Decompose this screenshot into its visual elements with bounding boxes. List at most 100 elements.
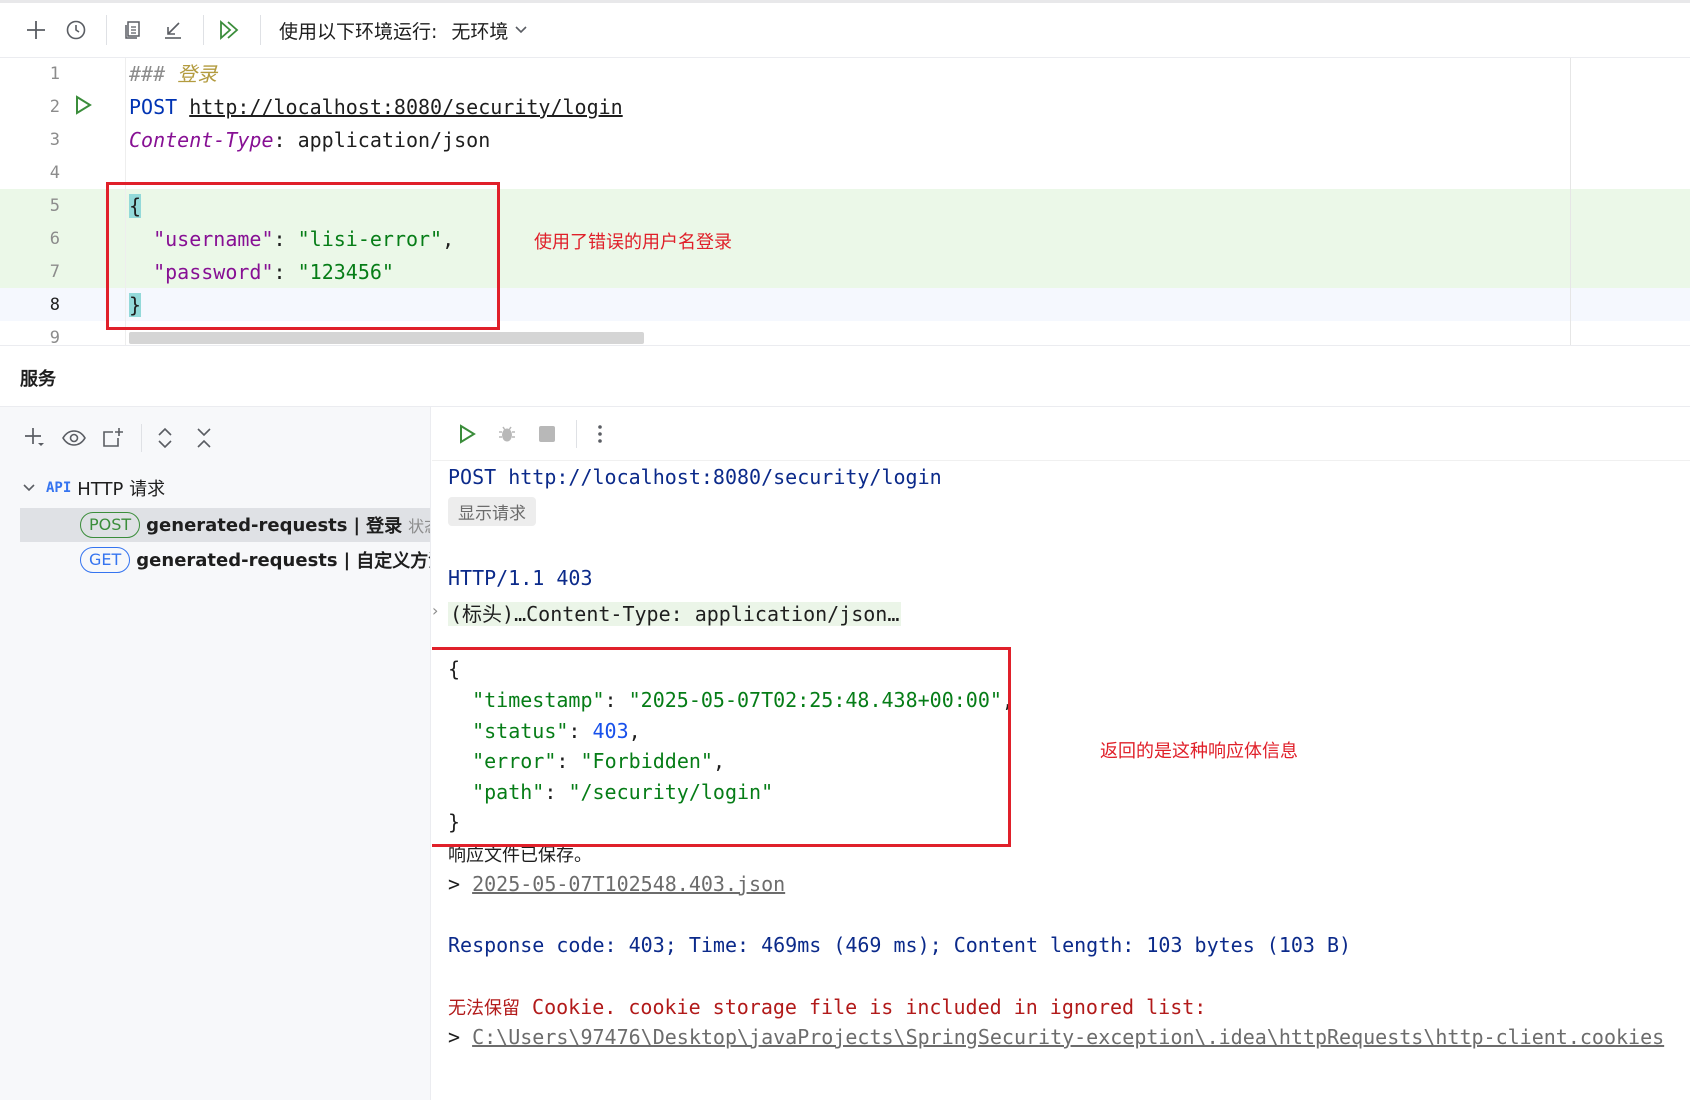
code-line-3: Content-Type: application/json (129, 124, 490, 157)
right-margin-guide (1570, 58, 1571, 345)
response-annotation: 返回的是这种响应体信息 (1100, 741, 1298, 762)
code-line-2: POST http://localhost:8080/security/logi… (129, 91, 623, 124)
horizontal-scrollbar[interactable] (129, 332, 644, 344)
services-tree-pane: API HTTP 请求 POST generated-requests | 登录… (0, 407, 431, 1100)
cookie-warning: 无法保留 Cookie. cookie storage file is incl… (448, 994, 1206, 1020)
show-request-button[interactable]: 显示请求 (448, 497, 536, 526)
add-group-icon (103, 428, 123, 447)
line-number: 8 (49, 295, 60, 315)
method-badge-get: GET (80, 547, 131, 573)
eye-icon (62, 430, 86, 446)
response-headers-summary[interactable]: (标头)…Content-Type: application/json… (448, 598, 902, 627)
header-name: Content-Type (129, 128, 274, 152)
run-all-icon (220, 19, 239, 41)
collapse-all-button[interactable] (187, 421, 221, 455)
request-title: 登录 (366, 516, 403, 537)
line-number: 1 (49, 64, 60, 84)
toolbar-divider (203, 15, 204, 45)
document-copy-icon (125, 21, 140, 39)
import-button[interactable] (155, 12, 191, 48)
editor-toolbar: 使用以下环境运行: 无环境 (0, 0, 1690, 58)
http-request-editor[interactable]: 1 2 3 4 5 6 7 8 9 ### 登录 POST http://loc… (0, 58, 1690, 346)
play-icon (460, 423, 476, 444)
env-selector[interactable]: 无环境 (451, 17, 528, 44)
saved-file-link[interactable]: 2025-05-07T102548.403.json (472, 872, 785, 896)
services-panel-title: 服务 (20, 369, 56, 390)
response-output-pane: POST http://localhost:8080/security/logi… (432, 407, 1690, 1100)
services-panel: API HTTP 请求 POST generated-requests | 登录… (0, 406, 1690, 1100)
header-separator: : (273, 128, 286, 152)
tree-item-custom-request[interactable]: GET generated-requests | 自定义方法 (20, 543, 430, 577)
tree-node-http-requests[interactable]: API HTTP 请求 (22, 475, 165, 501)
method-badge-post: POST (80, 512, 141, 538)
api-icon: API (46, 480, 72, 496)
tree-node-label: HTTP 请求 (77, 479, 166, 500)
header-value: application/json (297, 128, 491, 152)
add-request-button[interactable] (18, 12, 54, 48)
response-toolbar (432, 407, 1690, 461)
plus-icon (27, 21, 45, 39)
stop-icon (539, 425, 555, 442)
line-number: 9 (49, 328, 60, 346)
request-file-name: generated-requests (136, 549, 338, 571)
play-icon (76, 95, 92, 115)
history-button[interactable] (58, 12, 94, 48)
view-options-button[interactable] (57, 421, 91, 455)
more-options-button[interactable] (583, 417, 617, 451)
cookie-path-line: > C:\Users\97476\Desktop\javaProjects\Sp… (448, 1025, 1664, 1049)
chevron-down-icon (515, 26, 527, 34)
line-number: 6 (49, 229, 60, 249)
code-line-1: ### 登录 (129, 58, 217, 91)
toolbar-divider (106, 15, 107, 45)
response-request-line: POST http://localhost:8080/security/logi… (448, 465, 942, 489)
env-selector-value: 无环境 (451, 20, 509, 43)
chevron-right-icon[interactable]: › (432, 601, 438, 620)
import-arrow-icon (165, 22, 181, 39)
stop-button[interactable] (530, 417, 564, 451)
comment-hash: ### (129, 62, 166, 86)
more-vertical-icon (598, 424, 602, 443)
headers-folded-text: (标头)…Content-Type: application/json… (448, 602, 902, 626)
add-service-button[interactable] (18, 421, 52, 455)
request-url[interactable]: http://localhost:8080/security/login (189, 95, 622, 119)
separator: | (343, 549, 351, 571)
line-number: 3 (49, 130, 60, 150)
tree-item-login-request[interactable]: POST generated-requests | 登录 状态 (20, 508, 430, 542)
response-body-highlight-box (432, 647, 1011, 847)
request-method: POST (129, 95, 178, 119)
new-group-button[interactable] (96, 421, 130, 455)
expand-all-button[interactable] (148, 421, 182, 455)
collapse-all-icon (197, 428, 211, 448)
separator: | (353, 514, 361, 536)
request-state: 状态 (408, 517, 430, 536)
bug-icon (499, 426, 515, 441)
request-annotation: 使用了错误的用户名登录 (534, 232, 732, 253)
debug-button[interactable] (490, 417, 524, 451)
plus-dropdown-icon (25, 428, 44, 446)
run-request-button[interactable] (72, 94, 94, 120)
cookie-warning-text: Cookie. cookie storage file is included … (532, 995, 1207, 1019)
response-saved-file-line: > 2025-05-07T102548.403.json (448, 872, 785, 896)
line-number: 5 (49, 196, 60, 216)
request-title: 自定义方法 (356, 551, 430, 572)
request-title-comment: 登录 (177, 62, 218, 86)
env-label: 使用以下环境运行: (279, 20, 438, 43)
prompt-arrow: > (448, 1025, 461, 1049)
examples-button[interactable] (115, 12, 151, 48)
request-body-highlight-box (106, 182, 500, 330)
toolbar-divider (260, 15, 261, 45)
line-number: 2 (49, 97, 60, 117)
response-status-line: HTTP/1.1 403 (448, 566, 593, 590)
expand-all-icon (158, 427, 172, 449)
cookie-warning-cn: 无法保留 (448, 998, 520, 1019)
cookie-file-link[interactable]: C:\Users\97476\Desktop\javaProjects\Spri… (472, 1025, 1664, 1049)
toolbar-divider (141, 424, 142, 452)
response-summary: Response code: 403; Time: 469ms (469 ms)… (448, 933, 1352, 957)
run-all-button[interactable] (212, 12, 248, 48)
prompt-arrow: > (448, 872, 461, 896)
rerun-button[interactable] (450, 417, 484, 451)
services-tree-toolbar (18, 421, 226, 455)
chevron-down-icon (23, 484, 35, 492)
request-file-name: generated-requests (146, 514, 348, 536)
toolbar-divider (576, 419, 577, 448)
